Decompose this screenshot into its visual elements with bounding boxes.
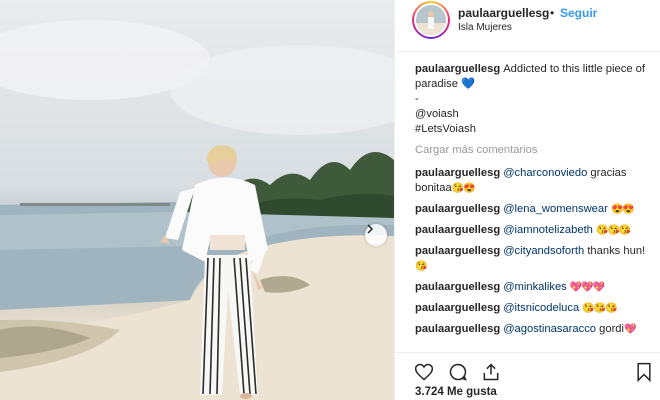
comment-mention[interactable]: @cityandsoforth	[503, 245, 584, 257]
likes-count[interactable]: 3.724 Me gusta	[415, 386, 497, 398]
bookmark-icon	[637, 362, 651, 382]
comment-username[interactable]: paulaarguellesg	[415, 224, 500, 236]
comment-mention[interactable]: @lena_womenswear	[503, 203, 608, 215]
comment-item: paulaarguellesg @agostinasaracco gordi💖	[415, 322, 655, 337]
comment-emoji: 😍😍	[610, 204, 635, 215]
comment-username[interactable]: paulaarguellesg	[415, 281, 500, 293]
comment-mention[interactable]: @agostinasaracco	[503, 323, 596, 335]
avatar[interactable]	[412, 1, 450, 39]
avatar-image	[416, 5, 446, 35]
share-icon	[483, 363, 499, 381]
comments-list: paulaarguellesg Addicted to this little p…	[415, 62, 655, 343]
comment-emoji: 😘😘😘	[596, 225, 631, 236]
comment-text: thanks hun!	[587, 245, 646, 257]
comment-item: paulaarguellesg @charconoviedo gracias bo…	[415, 166, 655, 196]
follow-button[interactable]: Seguir	[560, 6, 597, 20]
separator-dot: •	[550, 6, 555, 20]
comment-icon	[449, 363, 467, 381]
comment-item: paulaarguellesg @minkalikes 💖💖💖	[415, 280, 655, 295]
chevron-right-icon	[367, 224, 374, 234]
post-username[interactable]: paulaarguellesg	[458, 6, 549, 20]
location-link[interactable]: Isla Mujeres	[458, 22, 512, 33]
share-button[interactable]	[480, 361, 502, 383]
comment-text: gordi	[599, 323, 625, 335]
next-photo-button[interactable]	[365, 224, 387, 246]
comment-mention[interactable]: @minkalikes	[503, 281, 567, 293]
comment-emoji: 😘	[415, 261, 427, 272]
comment-emoji: 💖💖💖	[569, 282, 605, 293]
post-header: paulaarguellesg • Seguir Isla Mujeres	[395, 0, 660, 52]
heart-icon	[414, 363, 434, 381]
comment-item: paulaarguellesg @lena_womenswear 😍😍	[415, 202, 655, 217]
post-side-panel: paulaarguellesg • Seguir Isla Mujeres pa…	[394, 0, 660, 400]
comment-item: paulaarguellesg @iamnotelizabeth 😘😘😘	[415, 223, 655, 238]
caption-dash: -	[415, 93, 419, 105]
save-button[interactable]	[633, 361, 655, 383]
comment-button[interactable]	[447, 361, 469, 383]
caption-mention[interactable]: @voiash	[415, 107, 655, 122]
comment-mention[interactable]: @itsnicodeluca	[503, 302, 579, 314]
caption-hashtag[interactable]: #LetsVoiash	[415, 122, 655, 137]
comment-emoji: 💖	[624, 324, 636, 335]
comment-username[interactable]: paulaarguellesg	[415, 302, 500, 314]
beach-scene	[0, 20, 394, 400]
caption: paulaarguellesg Addicted to this little p…	[415, 62, 655, 137]
blue-heart-emoji: 💙	[461, 78, 475, 90]
comment-emoji: 😘😍	[451, 183, 476, 194]
comment-item: paulaarguellesg @itsnicodeluca 😘😘😘	[415, 301, 655, 316]
comment-item: paulaarguellesg @cityandsoforth thanks hu…	[415, 244, 655, 274]
caption-username[interactable]: paulaarguellesg	[415, 63, 500, 75]
like-button[interactable]	[413, 361, 435, 383]
post-actions	[395, 352, 660, 382]
comment-username[interactable]: paulaarguellesg	[415, 203, 500, 215]
comment-mention[interactable]: @iamnotelizabeth	[503, 224, 593, 236]
comment-username[interactable]: paulaarguellesg	[415, 245, 500, 257]
comment-username[interactable]: paulaarguellesg	[415, 323, 500, 335]
load-more-comments-button[interactable]: Cargar más comentarios	[415, 143, 655, 158]
comment-emoji: 😘😘😘	[582, 303, 617, 314]
comment-username[interactable]: paulaarguellesg	[415, 167, 500, 179]
post-photo[interactable]	[0, 0, 394, 400]
comment-mention[interactable]: @charconoviedo	[503, 167, 587, 179]
